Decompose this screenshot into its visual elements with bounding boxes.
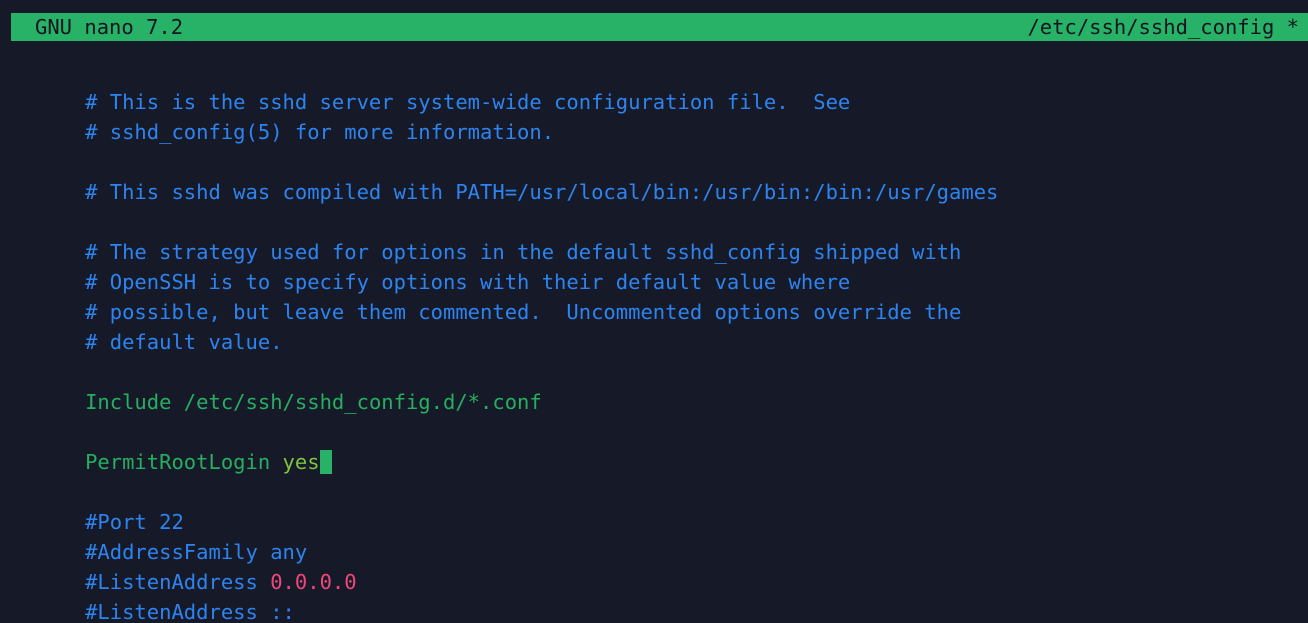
buffer-line[interactable]: #Port 22: [11, 477, 1308, 534]
nano-editor-buffer[interactable]: # This is the sshd server system-wide co…: [11, 57, 1308, 623]
comment-text: #ListenAddress: [85, 570, 271, 594]
comment-text: #AddressFamily any: [85, 540, 308, 564]
nano-title-bar: GNU nano 7.2 /etc/ssh/sshd_config *: [11, 13, 1308, 41]
text-cursor: [319, 450, 332, 474]
buffer-line[interactable]: # The strategy used for options in the d…: [11, 207, 1308, 264]
comment-text: # The strategy used for options in the d…: [85, 240, 962, 264]
comment-text: #ListenAddress ::: [85, 600, 295, 623]
nano-filename-label: /etc/ssh/sshd_config *: [1027, 15, 1299, 39]
buffer-line[interactable]: # This sshd was compiled with PATH=/usr/…: [11, 147, 1308, 204]
nano-terminal-window: GNU nano 7.2 /etc/ssh/sshd_config * # Th…: [0, 0, 1308, 623]
buffer-line-include[interactable]: Include /etc/ssh/sshd_config.d/*.conf: [11, 357, 1308, 414]
directive-value: /etc/ssh/sshd_config.d/*.conf: [171, 390, 542, 414]
directive-keyword: PermitRootLogin: [85, 450, 271, 474]
directive-value: yes: [270, 450, 320, 474]
buffer-line[interactable]: #AddressFamily any: [11, 507, 1308, 564]
directive-keyword: Include: [85, 390, 172, 414]
buffer-line-permitrootlogin[interactable]: PermitRootLogin yes: [11, 417, 1308, 474]
comment-text: # OpenSSH is to specify options with the…: [85, 270, 851, 294]
comment-text: # This is the sshd server system-wide co…: [85, 90, 851, 114]
comment-text: # possible, but leave them commented. Un…: [85, 300, 962, 324]
address-value: 0.0.0.0: [270, 570, 357, 594]
comment-text: # default value.: [85, 330, 283, 354]
comment-text: # sshd_config(5) for more information.: [85, 120, 555, 144]
comment-text: # This sshd was compiled with PATH=/usr/…: [85, 180, 999, 204]
nano-version-label: GNU nano 7.2: [35, 15, 184, 39]
buffer-line[interactable]: # This is the sshd server system-wide co…: [11, 57, 1308, 114]
comment-text: #Port 22: [85, 510, 184, 534]
